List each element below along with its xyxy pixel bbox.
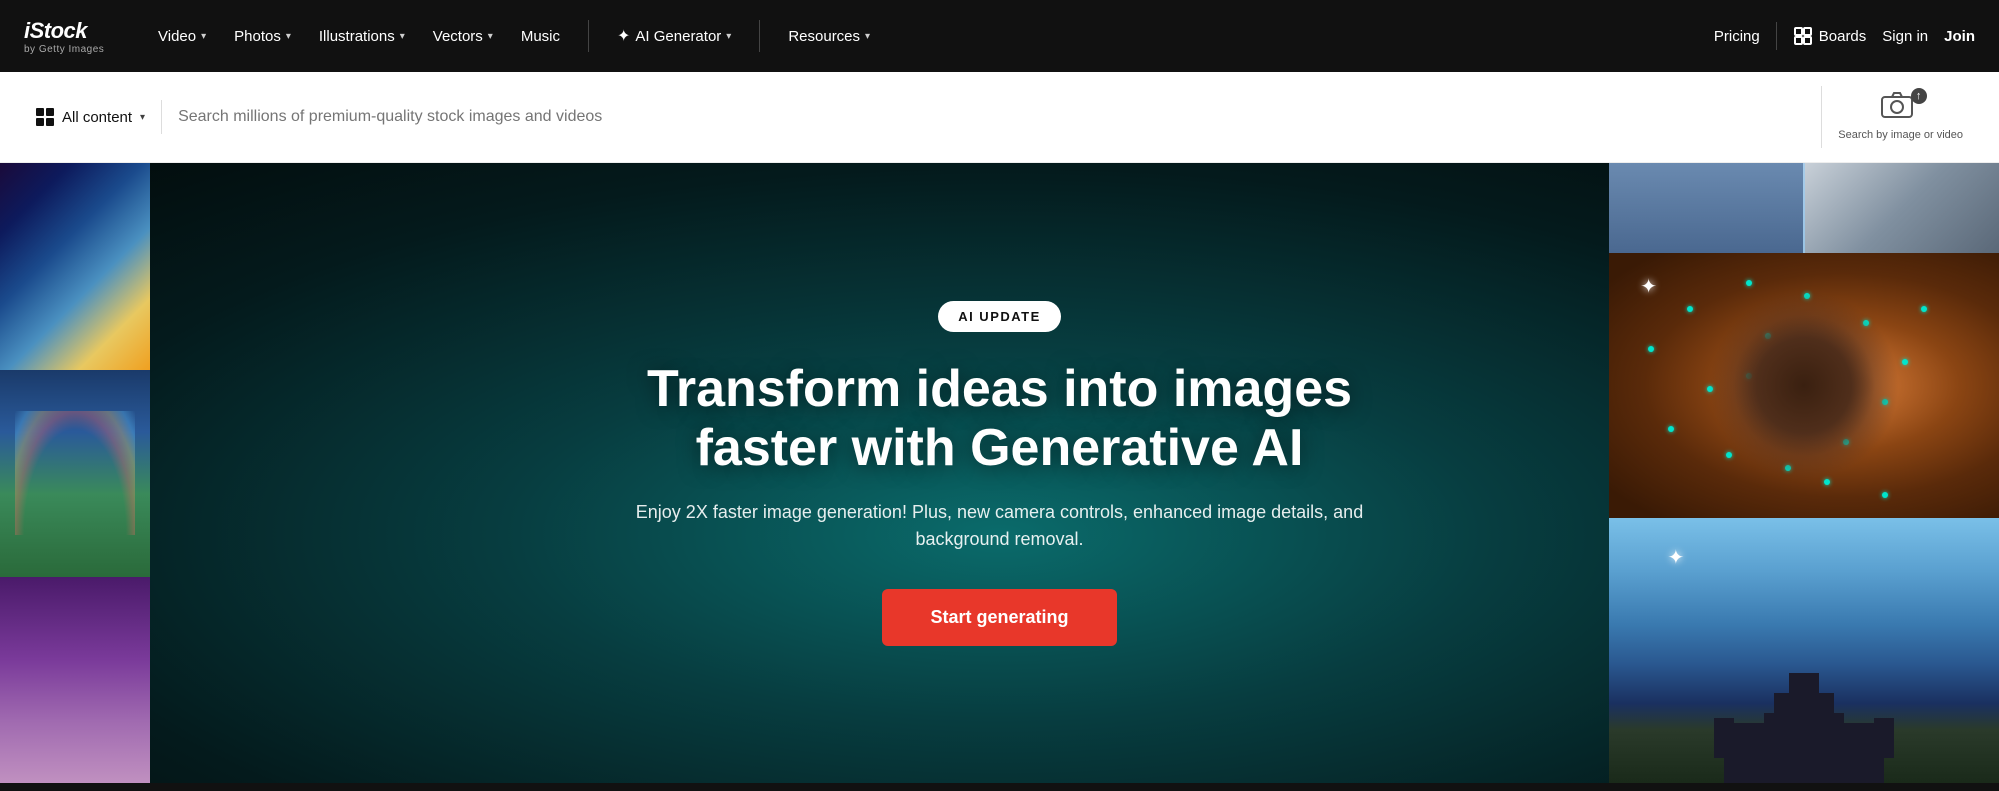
image-mountain-sunset bbox=[0, 163, 150, 370]
hero-section: ✦ ✦ AI UPDATE Transform i bbox=[0, 163, 1999, 783]
search-by-image-button[interactable]: ↑ Search by image or video bbox=[1821, 86, 1979, 148]
logo-sub: by Getty Images bbox=[24, 44, 114, 55]
nav-items: Video ▾ Photos ▾ Illustrations ▾ Vectors… bbox=[146, 18, 1714, 54]
ai-update-badge: AI UPDATE bbox=[938, 301, 1061, 332]
navbar: iStock by Getty Images Video ▾ Photos ▾ … bbox=[0, 0, 1999, 72]
image-castle: ✦ bbox=[1609, 518, 1999, 783]
thumbnail-1 bbox=[1609, 163, 1803, 253]
right-top-thumbnails bbox=[1609, 163, 1999, 253]
chevron-down-icon: ▾ bbox=[400, 31, 405, 42]
left-image-strip bbox=[0, 163, 150, 783]
nav-music[interactable]: Music bbox=[509, 20, 572, 53]
camera-icon: ↑ bbox=[1881, 92, 1921, 124]
chevron-down-icon: ▾ bbox=[140, 112, 145, 123]
nav-illustrations[interactable]: Illustrations ▾ bbox=[307, 20, 417, 53]
thumbnail-2 bbox=[1805, 163, 1999, 253]
sparkle-icon: ✦ bbox=[617, 26, 630, 46]
castle-silhouette bbox=[1704, 663, 1904, 783]
right-image-strip: ✦ ✦ bbox=[1609, 163, 1999, 783]
nav-photos[interactable]: Photos ▾ bbox=[222, 20, 303, 53]
chevron-down-icon: ▾ bbox=[865, 31, 870, 42]
sparkle-decoration-2: ✦ bbox=[1668, 545, 1685, 570]
chevron-down-icon: ▾ bbox=[201, 31, 206, 42]
nav-right: Pricing Boards Sign in Join bbox=[1714, 22, 1975, 50]
nav-divider-2 bbox=[759, 20, 760, 52]
hero-content: AI UPDATE Transform ideas into images fa… bbox=[400, 301, 1600, 647]
teal-dots-overlay bbox=[1609, 253, 1999, 518]
join-button[interactable]: Join bbox=[1944, 28, 1975, 45]
sign-in-button[interactable]: Sign in bbox=[1882, 28, 1928, 45]
nav-video[interactable]: Video ▾ bbox=[146, 20, 218, 53]
logo-name: iStock bbox=[24, 18, 114, 44]
sparkle-decoration: ✦ bbox=[1640, 274, 1657, 299]
search-input-wrap[interactable] bbox=[162, 108, 1821, 126]
chevron-down-icon: ▾ bbox=[488, 31, 493, 42]
eye-bg bbox=[1609, 253, 1999, 518]
content-filter-dropdown[interactable]: All content ▾ bbox=[20, 100, 162, 134]
nav-ai-generator[interactable]: ✦ AI Generator ▾ bbox=[605, 18, 743, 54]
image-statue bbox=[0, 577, 150, 784]
search-bar: All content ▾ ↑ Search by image or video bbox=[0, 72, 1999, 163]
chevron-down-icon: ▾ bbox=[726, 31, 731, 42]
boards-link[interactable]: Boards bbox=[1793, 26, 1867, 46]
search-input[interactable] bbox=[178, 108, 1805, 126]
image-rainbow-landscape bbox=[0, 370, 150, 577]
start-generating-button[interactable]: Start generating bbox=[882, 589, 1116, 646]
boards-icon bbox=[1793, 26, 1813, 46]
image-eye-ai: ✦ bbox=[1609, 253, 1999, 518]
filter-label: All content bbox=[62, 109, 132, 126]
upload-icon: ↑ bbox=[1911, 88, 1927, 104]
nav-vectors[interactable]: Vectors ▾ bbox=[421, 20, 505, 53]
hero-subtitle: Enjoy 2X faster image generation! Plus, … bbox=[600, 499, 1400, 553]
grid-icon bbox=[36, 108, 54, 126]
search-by-image-label: Search by image or video bbox=[1838, 128, 1963, 142]
nav-resources[interactable]: Resources ▾ bbox=[776, 20, 882, 53]
pricing-link[interactable]: Pricing bbox=[1714, 28, 1760, 45]
nav-divider bbox=[588, 20, 589, 52]
nav-right-divider bbox=[1776, 22, 1777, 50]
logo[interactable]: iStock by Getty Images bbox=[24, 18, 114, 55]
chevron-down-icon: ▾ bbox=[286, 31, 291, 42]
hero-title: Transform ideas into images faster with … bbox=[600, 360, 1400, 480]
